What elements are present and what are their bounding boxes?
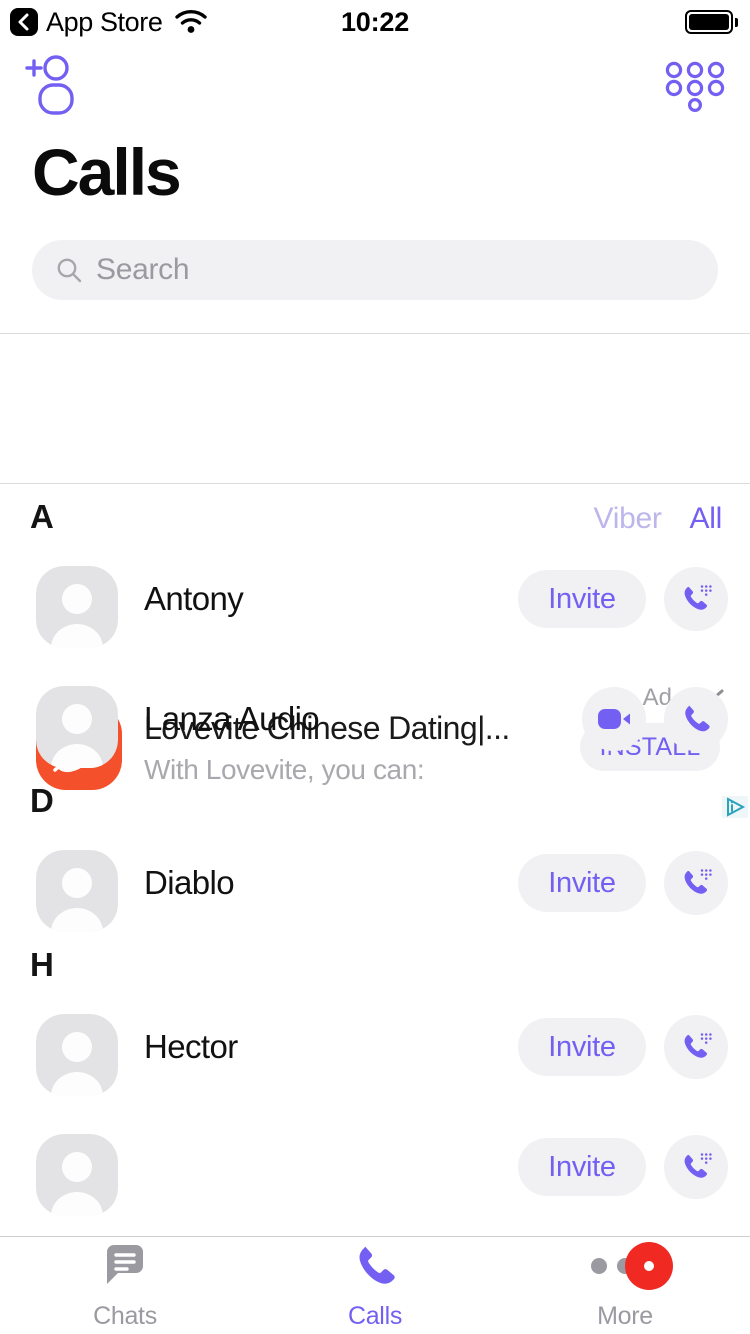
tab-label: More xyxy=(597,1302,653,1330)
section-letter: A xyxy=(30,498,54,535)
audio-call-button[interactable] xyxy=(664,567,728,631)
contact-row[interactable]: Diablo Invite xyxy=(0,834,750,932)
search-placeholder: Search xyxy=(96,253,190,286)
tab-label: Chats xyxy=(93,1302,157,1330)
contact-name: Diablo xyxy=(144,864,235,901)
nav-bar xyxy=(0,52,750,118)
phone-viberout-icon xyxy=(678,865,714,901)
dialpad-icon[interactable] xyxy=(664,60,726,112)
contact-row-actions: Invite xyxy=(518,998,728,1096)
status-bar: App Store 10:22 xyxy=(0,0,750,44)
audio-call-button[interactable] xyxy=(664,687,728,751)
phone-viberout-icon xyxy=(678,1029,714,1065)
ad-banner[interactable]: Lovevite Chinese Dating|... With Lovevit… xyxy=(0,334,750,818)
add-contact-icon[interactable] xyxy=(22,54,92,116)
video-camera-icon xyxy=(597,706,631,732)
filter-option-all[interactable]: All xyxy=(690,502,723,536)
row-spacer xyxy=(0,1096,750,1118)
contact-row[interactable]: Invite xyxy=(0,1118,750,1216)
audio-call-button[interactable] xyxy=(664,1015,728,1079)
phone-icon xyxy=(678,701,714,737)
section-letter: H xyxy=(30,946,54,983)
avatar-placeholder-icon xyxy=(36,686,118,768)
tab-label: Calls xyxy=(347,1302,403,1330)
section-header-d: D xyxy=(0,768,750,834)
chat-bubble-icon xyxy=(101,1240,149,1292)
search-icon xyxy=(56,257,82,283)
avatar-placeholder-icon xyxy=(36,566,118,648)
tab-chats[interactable]: Chats xyxy=(0,1237,250,1334)
phone-icon xyxy=(349,1240,401,1292)
section-header-a: A Viber All xyxy=(0,484,750,550)
invite-button[interactable]: Invite xyxy=(518,1018,646,1076)
contact-row-actions: Invite xyxy=(518,1118,728,1216)
phone-viberout-icon xyxy=(678,581,714,617)
avatar-placeholder-icon xyxy=(36,1134,118,1216)
contact-row-actions: Invite xyxy=(518,550,728,648)
row-spacer xyxy=(0,648,750,670)
contact-name: Antony xyxy=(144,580,244,617)
avatar-placeholder-icon xyxy=(36,850,118,932)
status-bar-time: 10:22 xyxy=(340,6,410,37)
more-dots-icon xyxy=(591,1242,673,1290)
filter-segmented-control[interactable]: Viber All xyxy=(594,502,723,536)
contact-row[interactable]: Hector Invite xyxy=(0,998,750,1096)
notification-badge xyxy=(625,1242,673,1290)
contacts-list[interactable]: A Viber All Antony Invite Lanza Audio D Diablo I… xyxy=(0,484,750,1236)
contact-name: Lanza Audio xyxy=(144,700,320,737)
contact-row-actions xyxy=(582,670,728,768)
section-letter: D xyxy=(30,782,54,819)
invite-button[interactable]: Invite xyxy=(518,570,646,628)
tab-more[interactable]: More xyxy=(500,1237,750,1334)
battery-full-icon xyxy=(685,10,738,34)
contact-row-actions: Invite xyxy=(518,834,728,932)
phone-viberout-icon xyxy=(678,1149,714,1185)
contact-row[interactable]: Lanza Audio xyxy=(0,670,750,768)
tab-calls[interactable]: Calls xyxy=(250,1237,500,1334)
search-input[interactable]: Search xyxy=(32,240,718,300)
contact-name: Hector xyxy=(144,1028,238,1065)
audio-call-button[interactable] xyxy=(664,851,728,915)
section-header-h: H xyxy=(0,932,750,998)
page-title: Calls xyxy=(32,135,182,209)
invite-button[interactable]: Invite xyxy=(518,854,646,912)
contact-row[interactable]: Antony Invite xyxy=(0,550,750,648)
video-call-button[interactable] xyxy=(582,687,646,751)
filter-option-viber[interactable]: Viber xyxy=(594,502,662,536)
audio-call-button[interactable] xyxy=(664,1135,728,1199)
viber-calls-screen: App Store 10:22 Calls Search Lovevite Ch… xyxy=(0,0,750,1334)
avatar-placeholder-icon xyxy=(36,1014,118,1096)
invite-button[interactable]: Invite xyxy=(518,1138,646,1196)
tab-bar[interactable]: Chats Calls More xyxy=(0,1236,750,1334)
more-dots-icon xyxy=(591,1240,673,1292)
